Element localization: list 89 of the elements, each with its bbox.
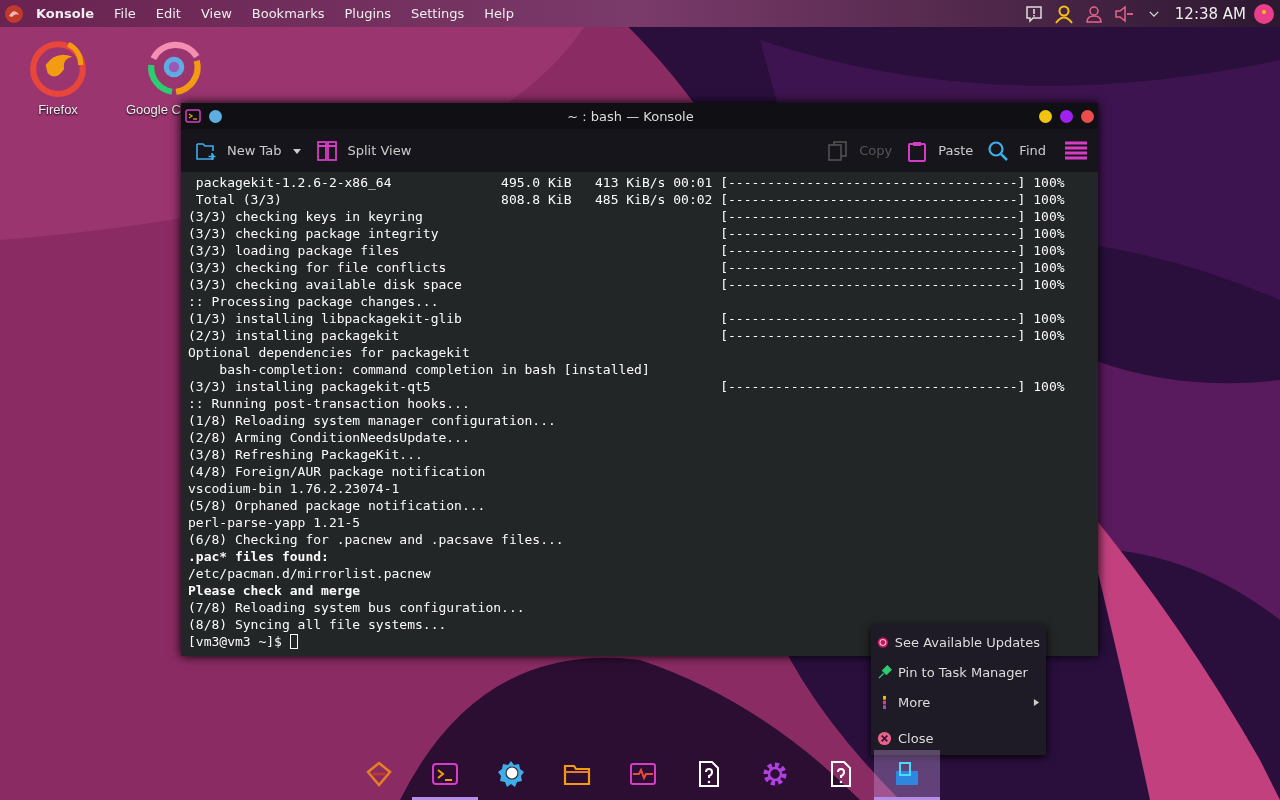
terminal-icon[interactable] bbox=[185, 108, 201, 124]
menu-item[interactable]: Plugins bbox=[334, 6, 401, 21]
terminal-line: (2/8) Arming ConditionNeedsUpdate... bbox=[188, 429, 470, 446]
terminal-line: (3/3) installing packagekit-qt5 bbox=[188, 378, 432, 395]
clipboard-icon bbox=[906, 139, 929, 162]
terminal-line: (1/8) Reloading system manager configuration... bbox=[188, 412, 556, 429]
terminal-line: :: Running post-transaction hooks... bbox=[188, 395, 470, 412]
terminal-line: (3/3) checking package integrity bbox=[188, 225, 440, 242]
taskbar-button[interactable] bbox=[874, 750, 940, 800]
terminal-line: (5/8) Orphaned package notification... bbox=[188, 497, 486, 514]
muted-speaker-icon[interactable] bbox=[1113, 3, 1134, 24]
terminal-line: :: Processing package changes... bbox=[188, 293, 439, 310]
percent-text: 100% bbox=[1033, 225, 1065, 242]
menu-item[interactable]: Bookmarks bbox=[241, 6, 335, 21]
progress-bar-text: [-------------------------------------] bbox=[720, 276, 1026, 293]
terminal-line: vscodium-bin 1.76.2.23074-1 bbox=[188, 480, 400, 497]
menu-item[interactable]: See Available Updates bbox=[871, 627, 1046, 657]
terminal-line: Please check and merge bbox=[188, 582, 361, 599]
menu-item[interactable]: Help bbox=[474, 6, 524, 21]
new-tab-button[interactable]: New Tab bbox=[191, 135, 306, 166]
terminal-line: (2/3) installing packagekit bbox=[188, 327, 401, 344]
terminal-line: .pac* files found: bbox=[188, 548, 329, 565]
menu-item[interactable]: Settings bbox=[401, 6, 475, 21]
app-logo-icon[interactable] bbox=[4, 3, 24, 24]
percent-text: 100% bbox=[1033, 191, 1065, 208]
notification-icon[interactable] bbox=[1023, 3, 1044, 24]
maximize-button[interactable] bbox=[1060, 109, 1073, 123]
menu-item[interactable]: More bbox=[871, 687, 1046, 717]
percent-text: 100% bbox=[1033, 327, 1065, 344]
percent-text: 100% bbox=[1033, 310, 1065, 327]
terminal-line: packagekit-1.2.6-2-x86_64 495.0 KiB 413 KiB/s 00:01 bbox=[194, 174, 714, 191]
terminal-line: perl-parse-yapp 1.21-5 bbox=[188, 514, 361, 531]
terminal-line: (6/8) Checking for .pacnew and .pacsave files... bbox=[188, 531, 564, 548]
update-icon bbox=[877, 634, 889, 650]
submenu-arrow-icon bbox=[1033, 697, 1040, 707]
terminal-line: (3/8) Refreshing PackageKit... bbox=[188, 446, 423, 463]
terminal-line: Total (3/3) 808.8 KiB 485 KiB/s 00:02 bbox=[194, 191, 714, 208]
menu-item[interactable]: Edit bbox=[145, 6, 191, 21]
app-name: Konsole bbox=[36, 6, 94, 21]
menu-item[interactable]: Pin to Task Manager bbox=[871, 657, 1046, 687]
user-icon[interactable] bbox=[1083, 3, 1104, 24]
find-button[interactable]: Find bbox=[983, 135, 1050, 166]
terminal-line: Optional dependencies for packagekit bbox=[188, 344, 470, 361]
clock[interactable]: 12:38 AM bbox=[1174, 4, 1246, 23]
progress-bar-text: [-------------------------------------] bbox=[720, 327, 1026, 344]
desktop-icon-label[interactable]: Google C bbox=[126, 102, 181, 117]
menu-icon[interactable] bbox=[1064, 139, 1088, 162]
menu-item[interactable]: File bbox=[104, 6, 146, 21]
terminal-line: (1/3) installing libpackagekit-glib bbox=[188, 310, 463, 327]
minimize-button[interactable] bbox=[1039, 109, 1052, 123]
terminal-line: [vm3@vm3 ~]$ bbox=[188, 633, 283, 650]
split-button[interactable]: Split View bbox=[311, 135, 416, 166]
percent-text: 100% bbox=[1033, 378, 1065, 395]
terminal-line: (7/8) Reloading system bus configuration... bbox=[188, 599, 525, 616]
progress-bar-text: [-------------------------------------] bbox=[720, 174, 1026, 191]
percent-text: 100% bbox=[1033, 174, 1065, 191]
terminal-line: (8/8) Syncing all file systems... bbox=[188, 616, 447, 633]
split-view-icon bbox=[315, 139, 338, 162]
search-icon bbox=[987, 139, 1010, 162]
terminal-line: (3/3) checking keys in keyring bbox=[188, 208, 424, 225]
progress-bar-text: [-------------------------------------] bbox=[720, 225, 1026, 242]
percent-text: 100% bbox=[1033, 208, 1065, 225]
menu-item[interactable]: Close bbox=[871, 723, 1046, 753]
terminal-line: bash-completion: command completion in bash [installed] bbox=[218, 361, 650, 378]
percent-text: 100% bbox=[1033, 242, 1065, 259]
desktop-icon-label[interactable]: Firefox bbox=[38, 102, 78, 117]
progress-bar-text: [-------------------------------------] bbox=[720, 310, 1026, 327]
close-icon bbox=[877, 730, 892, 746]
percent-text: 100% bbox=[1033, 259, 1065, 276]
avatar-icon[interactable] bbox=[1254, 3, 1274, 24]
terminal-line: (3/3) checking available disk space bbox=[188, 276, 463, 293]
pin-dot-icon[interactable] bbox=[209, 109, 222, 123]
paste-button[interactable]: Paste bbox=[902, 135, 978, 166]
progress-bar-text: [-------------------------------------] bbox=[720, 191, 1026, 208]
user-icon[interactable] bbox=[1053, 3, 1074, 24]
progress-bar-text: [-------------------------------------] bbox=[720, 242, 1026, 259]
terminal-line: (3/3) loading package files bbox=[188, 242, 401, 259]
close-button[interactable] bbox=[1081, 109, 1094, 123]
menu-item[interactable]: View bbox=[190, 6, 242, 21]
terminal-line: (3/3) checking for file conflicts bbox=[188, 259, 448, 276]
progress-bar-text: [-------------------------------------] bbox=[720, 208, 1026, 225]
percent-text: 100% bbox=[1033, 276, 1065, 293]
progress-bar-text: [-------------------------------------] bbox=[720, 378, 1026, 395]
terminal-line: (4/8) Foreign/AUR package notification bbox=[188, 463, 486, 480]
pin-icon bbox=[877, 664, 892, 680]
copy-icon bbox=[827, 139, 850, 162]
terminal-line: /etc/pacman.d/mirrorlist.pacnew bbox=[188, 565, 431, 582]
window-title: ~ : bash — Konsole bbox=[566, 108, 695, 124]
progress-bar-text: [-------------------------------------] bbox=[720, 259, 1026, 276]
